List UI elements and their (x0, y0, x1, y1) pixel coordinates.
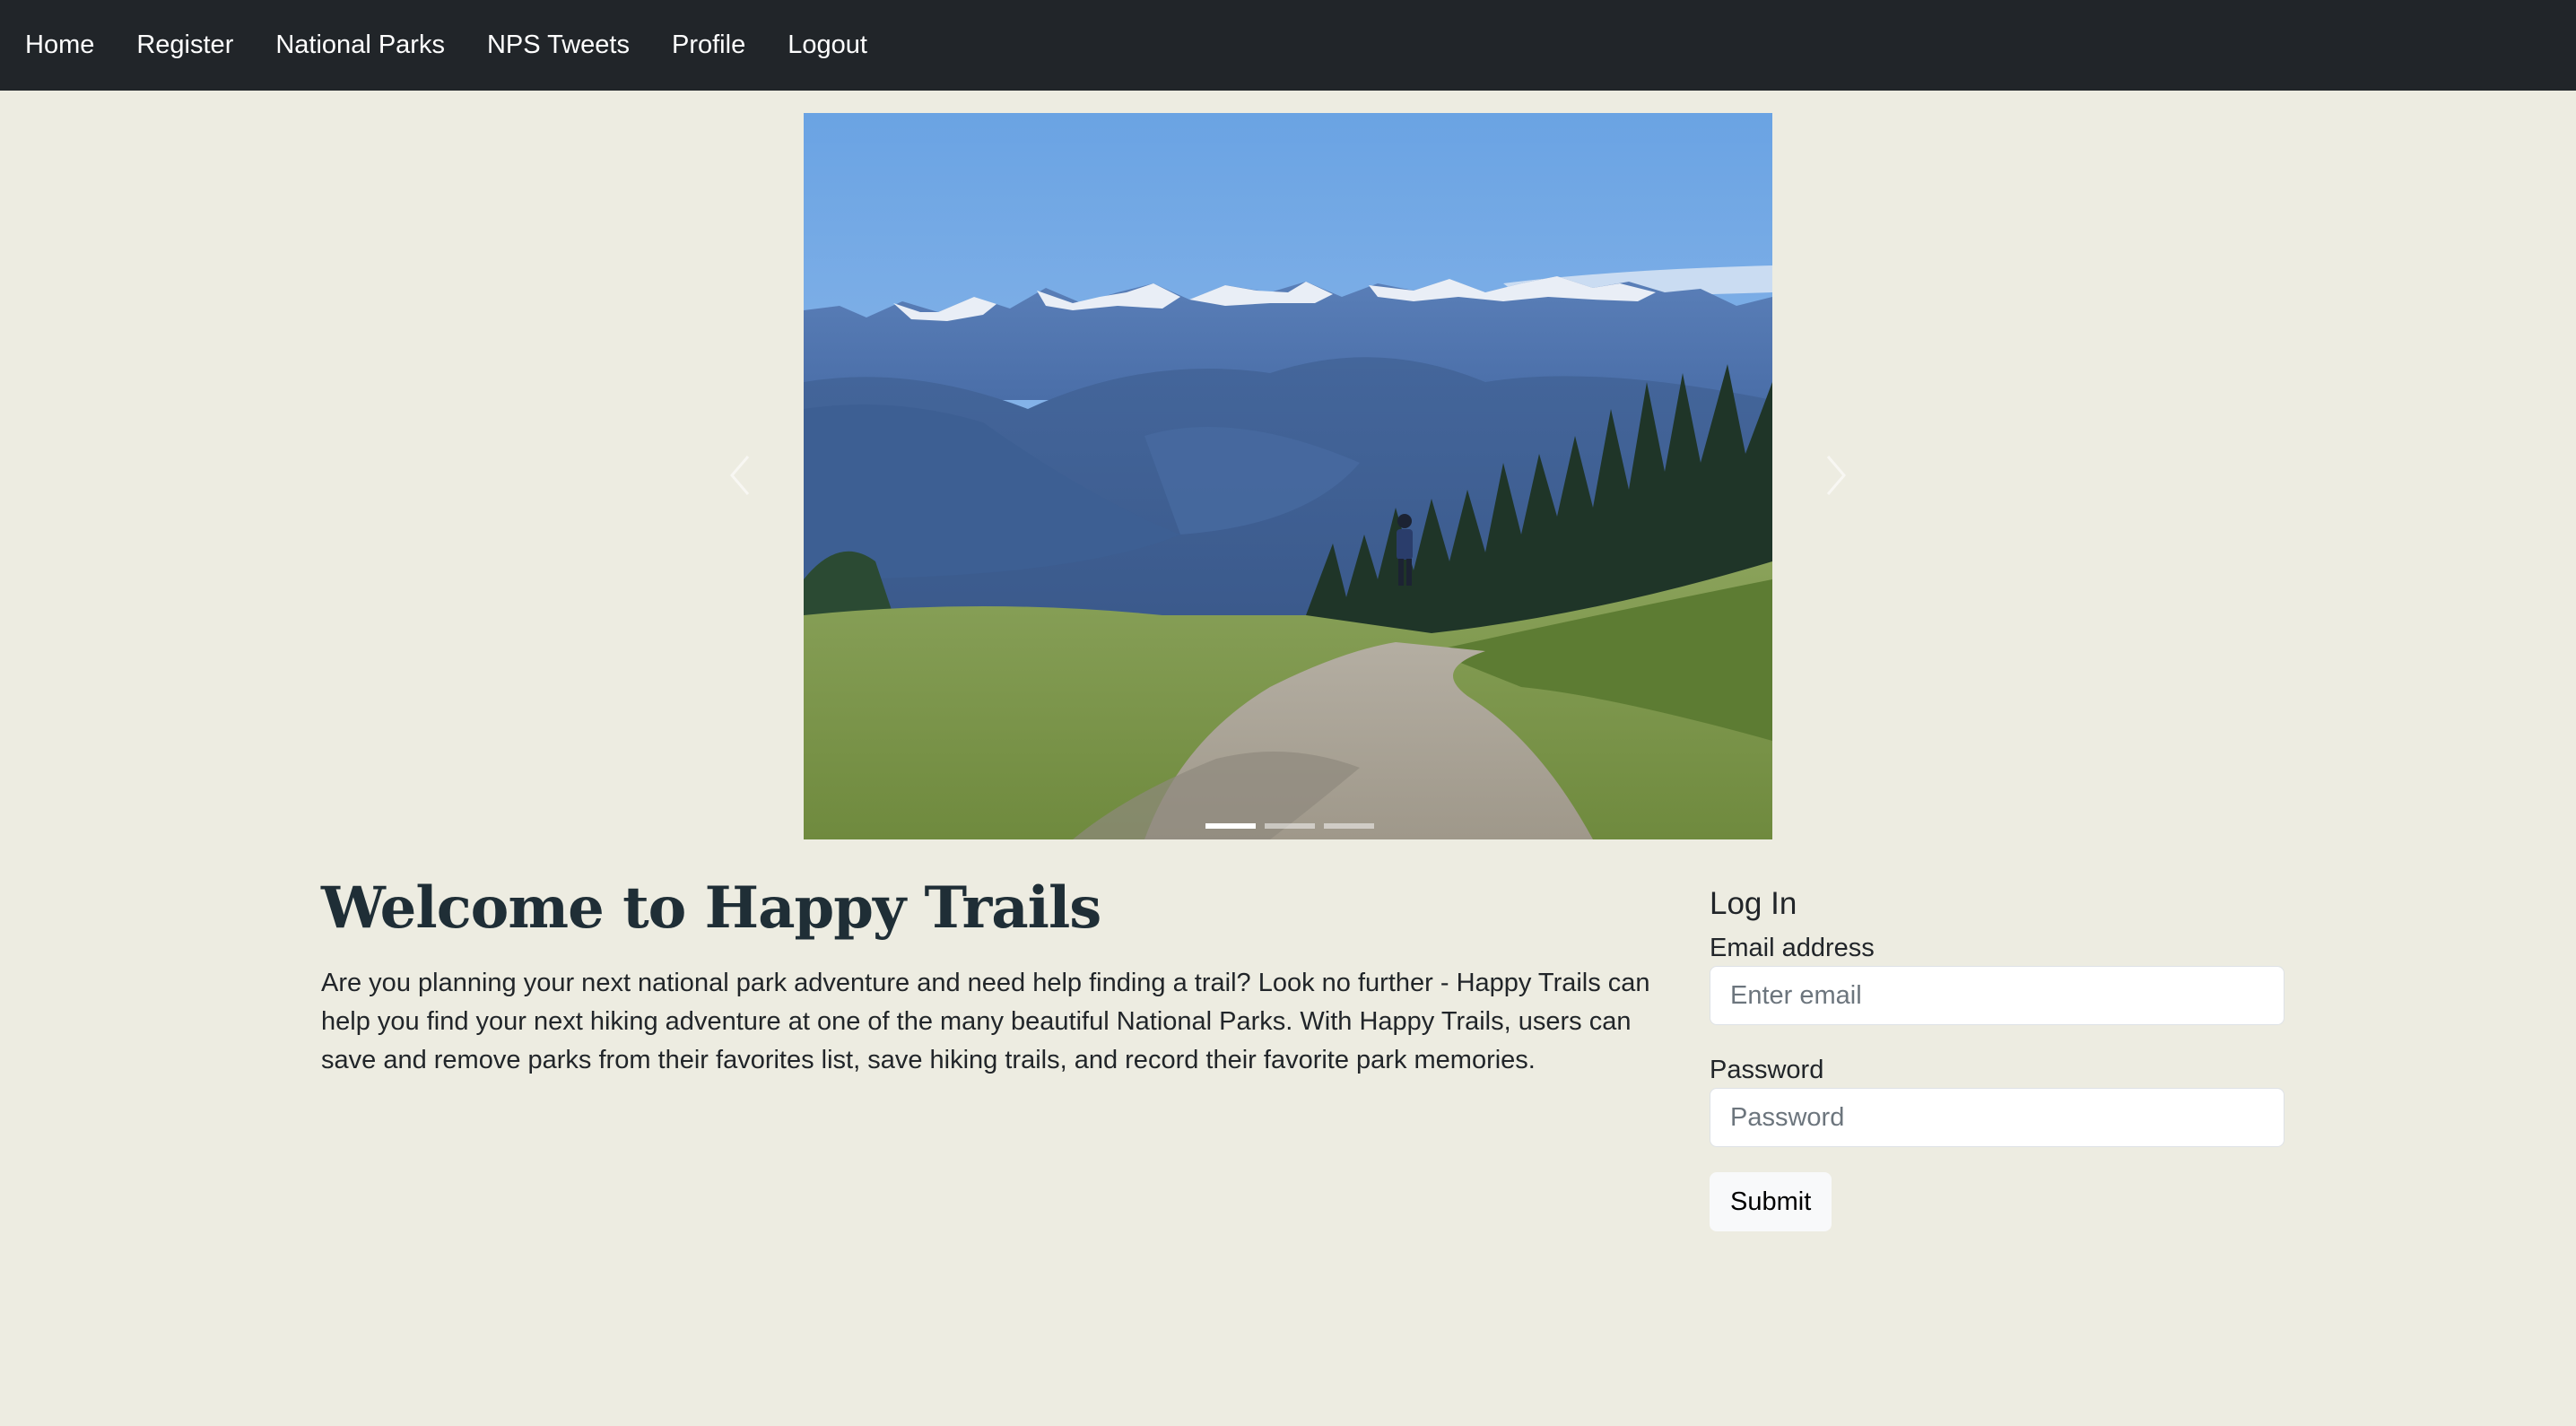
login-title: Log In (1710, 886, 1797, 921)
email-field[interactable] (1710, 966, 2284, 1025)
email-label: Email address (1710, 934, 1875, 962)
login-form: Log In Email address Password Submit (1710, 886, 2285, 1231)
submit-button[interactable]: Submit (1710, 1172, 1832, 1231)
carousel-next-button[interactable] (1809, 444, 1863, 507)
nav-register-link[interactable]: Register (136, 30, 233, 60)
carousel-indicator-2[interactable] (1265, 823, 1315, 829)
nav-nps-tweets-link[interactable]: NPS Tweets (487, 30, 630, 60)
carousel-prev-button[interactable] (713, 444, 767, 507)
image-carousel (804, 113, 1772, 839)
nav-profile-link[interactable]: Profile (672, 30, 745, 60)
navbar: Home Register National Parks NPS Tweets … (0, 0, 2576, 91)
carousel-slide-image (804, 113, 1772, 839)
nav-logout-link[interactable]: Logout (788, 30, 867, 60)
chevron-left-icon (730, 456, 750, 495)
page-title: Welcome to Happy Trails (321, 874, 1101, 942)
password-label: Password (1710, 1056, 1824, 1084)
welcome-description: Are you planning your next national park… (321, 969, 1650, 1074)
carousel-indicator-3[interactable] (1324, 823, 1374, 829)
nav-national-parks-link[interactable]: National Parks (275, 30, 445, 60)
password-field[interactable] (1710, 1088, 2284, 1147)
nav-home-link[interactable]: Home (25, 30, 94, 60)
carousel-indicator-1[interactable] (1205, 823, 1256, 829)
carousel-indicators (1205, 823, 1374, 829)
chevron-right-icon (1826, 456, 1846, 495)
